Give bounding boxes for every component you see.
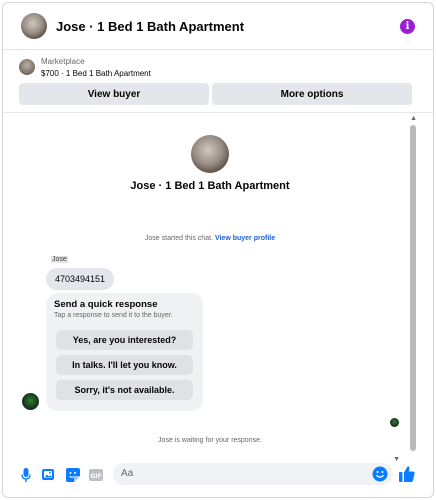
chat-started-text: Jose started this chat. bbox=[144, 235, 213, 242]
scrollbar-thumb[interactable] bbox=[410, 125, 416, 451]
emoji-icon[interactable] bbox=[372, 466, 388, 482]
chat-header: Jose · 1 Bed 1 Bath Apartment i bbox=[3, 3, 433, 50]
info-icon[interactable]: i bbox=[400, 19, 415, 34]
gif-icon[interactable]: GIF bbox=[89, 467, 103, 483]
seen-avatar bbox=[390, 418, 399, 427]
listing-title[interactable]: $700 · 1 Bed 1 Bath Apartment bbox=[41, 69, 151, 78]
message-bubble: 4703494151 bbox=[46, 268, 115, 290]
message-placeholder: Aa bbox=[121, 468, 134, 479]
microphone-icon[interactable] bbox=[19, 467, 33, 483]
photo-icon[interactable] bbox=[42, 467, 56, 483]
quick-response-title: Send a quick response bbox=[54, 299, 158, 310]
quick-response-card: Send a quick response Tap a response to … bbox=[46, 293, 203, 411]
listing-thumbnail bbox=[19, 59, 35, 75]
quick-response-option[interactable]: Yes, are you interested? bbox=[56, 330, 193, 350]
view-buyer-button[interactable]: View buyer bbox=[19, 83, 209, 105]
marketplace-label: Marketplace bbox=[41, 57, 85, 66]
more-options-button[interactable]: More options bbox=[212, 83, 412, 105]
thumbs-up-icon[interactable] bbox=[399, 465, 415, 483]
scrollbar[interactable]: ▼ bbox=[393, 125, 416, 463]
chat-title[interactable]: Jose · 1 Bed 1 Bath Apartment bbox=[56, 19, 244, 34]
message-input[interactable]: Aa bbox=[113, 463, 393, 485]
quick-response-subtitle: Tap a response to send it to the buyer. bbox=[54, 312, 173, 319]
avatar[interactable] bbox=[21, 13, 47, 39]
scroll-up-arrow-icon[interactable]: ▲ bbox=[410, 115, 417, 122]
message-list: ▲ ▼ Jose · 1 Bed 1 Bath Apartment Jose s… bbox=[3, 113, 433, 463]
quick-response-option[interactable]: Sorry, it's not available. bbox=[56, 380, 193, 400]
waiting-notice: Jose is waiting for your response. bbox=[158, 437, 262, 444]
profile-avatar[interactable] bbox=[191, 135, 229, 173]
marketplace-listing: Marketplace $700 · 1 Bed 1 Bath Apartmen… bbox=[3, 51, 433, 113]
sender-avatar bbox=[22, 393, 39, 410]
sender-name: Jose bbox=[51, 256, 68, 263]
profile-name: Jose · 1 Bed 1 Bath Apartment bbox=[130, 180, 290, 192]
chat-started-notice: Jose started this chat. View buyer profi… bbox=[3, 235, 417, 242]
svg-text:GIF: GIF bbox=[90, 473, 101, 480]
chat-window: Jose · 1 Bed 1 Bath Apartment i Marketpl… bbox=[2, 2, 434, 498]
quick-response-option[interactable]: In talks. I'll let you know. bbox=[56, 355, 193, 375]
view-buyer-profile-link[interactable]: View buyer profile bbox=[215, 235, 275, 242]
sticker-icon[interactable] bbox=[66, 467, 80, 483]
message-composer: GIF Aa bbox=[3, 455, 433, 497]
